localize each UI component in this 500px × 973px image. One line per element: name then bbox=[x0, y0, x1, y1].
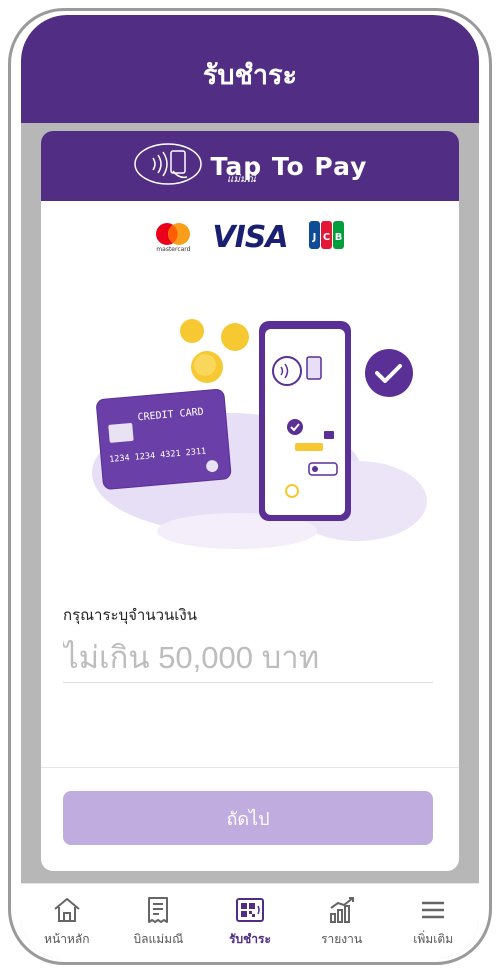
bottom-tab-bar: หน้าหลัก บิลแม่มณี รับชำระ รายงาน เพิ่มเ… bbox=[21, 883, 479, 958]
tab-home[interactable]: หน้าหลัก bbox=[27, 894, 107, 949]
amount-input[interactable] bbox=[63, 633, 433, 683]
qr-payment-icon bbox=[235, 898, 264, 922]
tab-label: เพิ่มเติม bbox=[413, 932, 454, 946]
mastercard-logo-icon: mastercard bbox=[154, 222, 192, 253]
tab-more[interactable]: เพิ่มเติม bbox=[393, 894, 473, 949]
menu-icon bbox=[422, 901, 445, 919]
svg-text:C: C bbox=[322, 232, 329, 243]
phone-frame: รับชำระ Tap To Pay แม่มณี mastercard VIS… bbox=[8, 8, 492, 965]
tap-to-pay-illustration: CREDIT CARD 1234 1234 4321 2311 bbox=[77, 301, 427, 571]
home-icon bbox=[54, 898, 80, 922]
tab-bills[interactable]: บิลแม่มณี bbox=[118, 894, 198, 949]
mastercard-caption: mastercard bbox=[156, 245, 191, 253]
coin-icon bbox=[194, 354, 216, 376]
amount-label: กรุณาระบุจำนวนเงิน bbox=[63, 606, 197, 624]
coin-icon bbox=[180, 319, 204, 343]
app-screen: รับชำระ Tap To Pay แม่มณี mastercard VIS… bbox=[21, 15, 479, 958]
divider bbox=[41, 767, 459, 768]
card-brand-logos: mastercard VISA J C B bbox=[41, 217, 459, 257]
page-title: รับชำระ bbox=[202, 59, 298, 91]
coin-icon bbox=[221, 323, 249, 351]
tap-to-pay-banner: Tap To Pay แม่มณี bbox=[41, 131, 459, 201]
bar-chart-icon bbox=[329, 897, 354, 923]
tab-label: รับชำระ bbox=[229, 932, 271, 946]
payment-card: Tap To Pay แม่มณี mastercard VISA J C B … bbox=[41, 131, 459, 871]
tab-reports[interactable]: รายงาน bbox=[302, 894, 382, 949]
check-circle-icon bbox=[365, 349, 413, 397]
tab-receive-payment[interactable]: รับชำระ bbox=[210, 894, 290, 949]
receipt-icon bbox=[148, 897, 169, 923]
tab-label: บิลแม่มณี bbox=[133, 932, 184, 946]
visa-logo-icon: VISA bbox=[212, 219, 288, 255]
tap-to-pay-subtitle: แม่มณี bbox=[227, 174, 256, 185]
next-button[interactable]: ถัดไป bbox=[63, 791, 433, 845]
tap-to-pay-logo-icon bbox=[133, 141, 203, 191]
tab-label: รายงาน bbox=[321, 932, 363, 946]
top-header: รับชำระ bbox=[21, 15, 479, 123]
svg-text:B: B bbox=[334, 232, 342, 243]
jcb-logo-icon: J C B bbox=[308, 220, 346, 254]
svg-text:J: J bbox=[311, 232, 316, 243]
tab-label: หน้าหลัก bbox=[44, 932, 90, 946]
